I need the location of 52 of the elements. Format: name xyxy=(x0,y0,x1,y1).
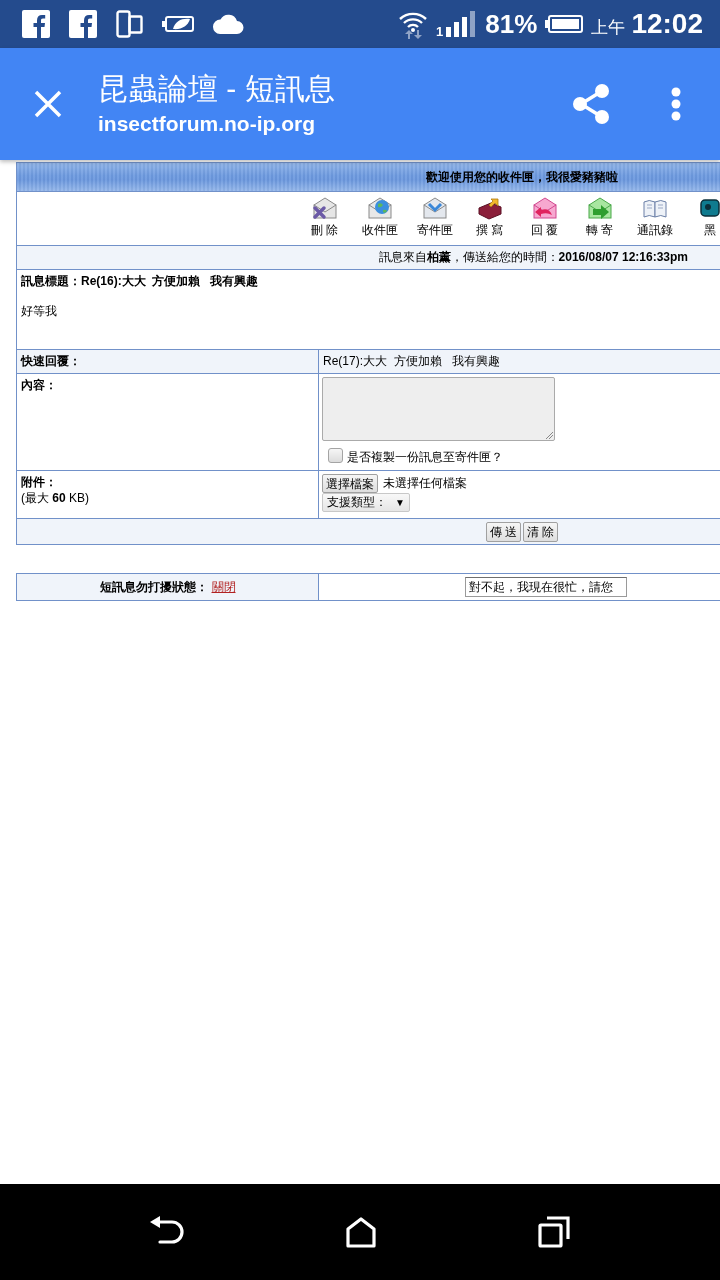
box-arrow-icon xyxy=(476,196,503,220)
share-icon[interactable] xyxy=(572,83,610,125)
toolbar-link[interactable]: 黑 xyxy=(682,192,720,245)
toolbar-link[interactable]: 回 覆 xyxy=(517,192,572,245)
toolbar-link[interactable]: 收件匣 xyxy=(352,192,407,245)
size-limit: (最大 60 KB) xyxy=(21,490,91,506)
envelope-x-icon xyxy=(311,196,338,220)
toolbar-link[interactable]: 刪 除 xyxy=(297,192,352,245)
leaf-battery-icon xyxy=(162,14,194,34)
sim-slot-number: 1 xyxy=(436,23,444,39)
signal-icon xyxy=(445,11,478,37)
page-url: insectforum.no-ip.org xyxy=(98,111,316,137)
sender-info: 訊息來自柏薰，傳送給您的時間：2016/08/07 12:16:33pm xyxy=(17,246,720,270)
page-title: 昆蟲論壇 - 短訊息 xyxy=(98,71,336,107)
status-link[interactable]: 關閉 xyxy=(211,580,236,594)
clock-time: 12:02 xyxy=(631,8,703,40)
f-logo-icon xyxy=(69,10,97,38)
form-button[interactable]: 傳 送 xyxy=(485,521,521,542)
message-subject: 訊息標題：Re(16):大大 方便加賴 我有興趣 xyxy=(21,273,260,289)
envelope-arrow-icon xyxy=(531,196,558,220)
more-icon[interactable] xyxy=(670,87,682,121)
toolbar-link[interactable]: 寄件匣 xyxy=(407,192,462,245)
reply-subject: Re(17):大大 方便加賴 我有興趣 xyxy=(319,350,720,373)
battery-icon xyxy=(545,15,584,33)
time-period: 上午 xyxy=(591,16,626,39)
envelope-arrow-icon xyxy=(586,196,613,220)
choose-file-button[interactable]: 選擇檔案 xyxy=(322,474,378,493)
message-body: 好等我 xyxy=(21,303,58,319)
resize-grip-icon xyxy=(546,432,553,439)
envelope-chevron-icon xyxy=(421,196,448,220)
home-icon[interactable] xyxy=(346,1216,376,1248)
battery-percent: 81% xyxy=(485,8,538,40)
form-button[interactable]: 清 除 xyxy=(523,521,559,542)
toolbar-link[interactable]: 轉 寄 xyxy=(572,192,627,245)
recents-icon[interactable] xyxy=(538,1216,570,1248)
quick-reply-label: 快速回覆： xyxy=(17,350,319,373)
welcome-banner: 歡迎使用您的收件匣，我很愛豬豬啦 xyxy=(17,163,720,192)
content-textarea[interactable] xyxy=(322,377,555,441)
close-icon[interactable] xyxy=(34,90,62,118)
type-select[interactable]: 支援類型： ▼ xyxy=(322,493,410,512)
f-logo-icon xyxy=(22,10,50,38)
phone-tablet-icon xyxy=(116,10,143,38)
attachment-label: 附件： xyxy=(21,474,58,490)
toolbar-link[interactable]: 通訊錄 xyxy=(627,192,682,245)
away-message-field[interactable]: 對不起，我現在很忙，請您 xyxy=(465,577,627,597)
file-status: 未選擇任何檔案 xyxy=(383,475,467,492)
dnd-label: 短訊息勿打擾狀態： xyxy=(99,580,208,594)
cloud-icon xyxy=(213,14,244,34)
toolbar-link[interactable]: 撰 寫 xyxy=(462,192,517,245)
copy-checkbox[interactable] xyxy=(328,448,343,463)
envelope-globe-icon xyxy=(366,196,393,220)
checkbox-label: 是否複製一份訊息至寄件匣？ xyxy=(347,449,503,465)
